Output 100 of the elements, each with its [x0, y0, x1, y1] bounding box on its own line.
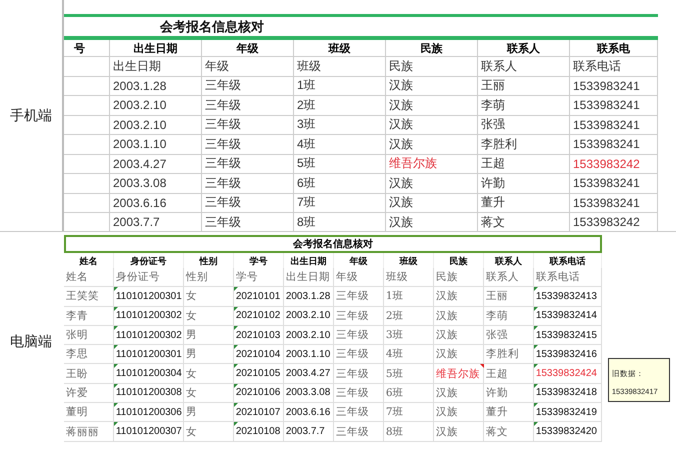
table-cell: 5班 — [386, 366, 404, 381]
column-header: 出生日期 — [290, 255, 326, 268]
table-cell: 维吾尔族 — [389, 155, 437, 172]
table-cell: 女 — [186, 289, 197, 304]
table-cell: 民族 — [436, 270, 458, 284]
table-cell: 三年级 — [336, 424, 369, 439]
table-cell: 汉族 — [389, 174, 413, 192]
table-cell: 20210104 — [236, 348, 280, 360]
table-cell: 2003.7.7 — [113, 215, 160, 230]
table-cell: 三年级 — [205, 214, 241, 231]
table-cell: 三年级 — [205, 155, 241, 172]
table-cell: 董升 — [481, 194, 505, 212]
table-cell: 110101200307 — [116, 426, 182, 438]
table-cell: 许勤 — [486, 386, 508, 400]
table-cell: 1533983241 — [573, 196, 640, 210]
table-cell: 李萌 — [486, 308, 508, 323]
column-header: 联系人 — [494, 255, 522, 268]
table-cell: 三年级 — [336, 308, 369, 323]
table-cell: 王盼 — [66, 366, 88, 381]
column-header: 年级 — [236, 42, 258, 56]
table-cell: 7班 — [297, 194, 316, 212]
table-cell: 女 — [186, 366, 197, 381]
table-cell: 4班 — [297, 136, 316, 153]
table-cell: 汉族 — [389, 77, 413, 94]
table-cell: 4班 — [386, 347, 404, 362]
table-cell: 3班 — [297, 116, 316, 134]
table-cell: 三年级 — [336, 328, 369, 342]
table-cell: 2003.1.28 — [113, 78, 166, 93]
table-cell: 李思 — [66, 347, 88, 362]
table-cell: 2003.1.10 — [286, 348, 330, 360]
table-cell: 联系人 — [486, 270, 519, 284]
table-cell: 1533983241 — [573, 176, 640, 190]
table-cell: 1533983241 — [573, 78, 640, 93]
table-cell: 20210101 — [236, 290, 280, 302]
table-cell: 三年级 — [205, 194, 241, 212]
table-cell: 2003.2.10 — [286, 330, 330, 341]
sheet-title: 会考报名信息核对 — [292, 238, 373, 251]
table-cell: 2003.6.16 — [113, 196, 166, 210]
table-cell: 王丽 — [481, 77, 505, 94]
table-cell: 2003.2.10 — [286, 310, 330, 322]
table-cell: 张强 — [486, 328, 508, 342]
table-cell: 班级 — [297, 58, 321, 75]
table-cell: 110101200304 — [116, 368, 182, 380]
table-cell: 20210107 — [236, 406, 280, 418]
table-cell: 出生日期 — [286, 270, 330, 284]
table-cell: 汉族 — [389, 136, 413, 153]
table-cell: 出生日期 — [113, 58, 161, 75]
column-header: 班级 — [399, 255, 418, 268]
table-cell: 15339832414 — [536, 310, 597, 322]
table-cell: 110101200302 — [116, 310, 182, 322]
table-cell: 姓名 — [66, 270, 88, 284]
table-cell: 1班 — [386, 289, 404, 304]
column-header: 身份证号 — [130, 256, 166, 268]
table-cell: 蒋丽丽 — [66, 424, 99, 439]
column-header: 年级 — [349, 256, 368, 268]
table-cell: 三年级 — [205, 174, 241, 192]
table-cell: 男 — [186, 405, 197, 420]
table-cell: 李萌 — [481, 96, 505, 114]
table-cell: 三年级 — [205, 136, 241, 153]
table-cell: 2003.3.08 — [286, 387, 330, 398]
table-cell: 汉族 — [436, 424, 458, 439]
table-cell: 三年级 — [336, 347, 369, 362]
table-cell: 2003.6.16 — [286, 406, 330, 418]
table-cell: 王笑笑 — [66, 289, 99, 304]
table-cell: 6班 — [386, 386, 404, 400]
table-cell: 男 — [186, 347, 197, 362]
table-cell: 女 — [186, 308, 197, 323]
table-cell: 20210103 — [236, 330, 280, 341]
table-cell: 汉族 — [389, 194, 413, 212]
table-cell: 维吾尔族 — [436, 366, 480, 381]
table-cell: 汉族 — [436, 405, 458, 420]
table-cell: 1533983241 — [573, 137, 640, 152]
table-cell: 汉族 — [436, 308, 458, 323]
table-cell: 2003.2.10 — [113, 118, 166, 132]
table-cell: 110101200302 — [116, 330, 182, 341]
table-cell: 汉族 — [389, 96, 413, 114]
table-cell: 1533983242 — [573, 215, 640, 230]
table-cell: 1533983242 — [573, 156, 640, 171]
table-cell: 联系人 — [481, 58, 517, 75]
table-cell: 三年级 — [205, 77, 241, 94]
table-cell: 许爱 — [66, 386, 88, 400]
column-header: 联系电 — [597, 42, 630, 56]
table-cell: 2003.7.7 — [286, 426, 325, 438]
table-cell: 蒋文 — [486, 424, 508, 439]
table-cell: 三年级 — [205, 116, 241, 134]
table-cell: 李胜利 — [481, 136, 517, 153]
table-cell: 2003.4.27 — [113, 156, 166, 171]
table-cell: 汉族 — [389, 214, 413, 231]
table-cell: 三年级 — [205, 96, 241, 114]
table-cell: 110101200301 — [116, 290, 182, 302]
table-cell: 王超 — [486, 366, 508, 381]
table-cell: 汉族 — [436, 328, 458, 342]
table-cell: 三年级 — [336, 366, 369, 381]
table-cell: 性别 — [186, 270, 208, 284]
table-cell: 15339832419 — [536, 406, 597, 418]
table-cell: 15339832416 — [536, 348, 597, 360]
column-header: 学号 — [249, 256, 268, 268]
sheet-title: 会考报名信息核对 — [160, 18, 264, 36]
table-cell: 2003.3.08 — [113, 176, 166, 190]
table-cell: 董升 — [486, 405, 508, 420]
